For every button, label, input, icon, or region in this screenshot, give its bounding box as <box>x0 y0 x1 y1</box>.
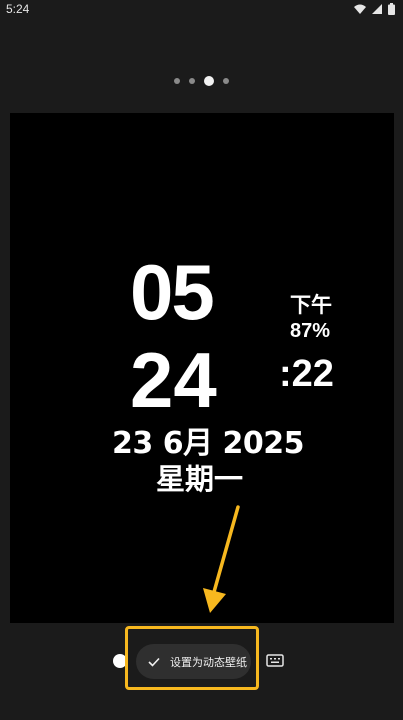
status-icons <box>354 3 395 15</box>
settings-screen-icon[interactable] <box>266 654 284 668</box>
signal-icon <box>372 4 382 14</box>
battery-percent: 87% <box>290 320 331 342</box>
page-dot[interactable] <box>174 78 180 84</box>
weekday-label: 星期一 <box>156 462 244 496</box>
set-wallpaper-label: 设置为动态壁纸 <box>170 655 247 669</box>
bottom-action-row: 设置为动态壁纸 <box>0 626 403 692</box>
clock-minute: 24 <box>130 336 217 424</box>
page-dot[interactable] <box>223 78 229 84</box>
set-live-wallpaper-button[interactable]: 设置为动态壁纸 <box>136 644 251 679</box>
page-indicator <box>0 76 403 86</box>
wallpaper-preview[interactable]: 05 24 下午 87% :22 23 6月 2025 星期一 <box>10 113 394 623</box>
ampm-label: 下午 <box>290 293 332 317</box>
clock-seconds: :22 <box>279 353 334 395</box>
check-icon <box>148 657 160 667</box>
page-dot[interactable] <box>189 78 195 84</box>
battery-icon <box>388 3 395 15</box>
wifi-icon <box>354 4 366 14</box>
page-dot-active[interactable] <box>204 76 214 86</box>
status-time: 5:24 <box>6 2 30 16</box>
status-bar: 5:24 <box>0 0 403 18</box>
